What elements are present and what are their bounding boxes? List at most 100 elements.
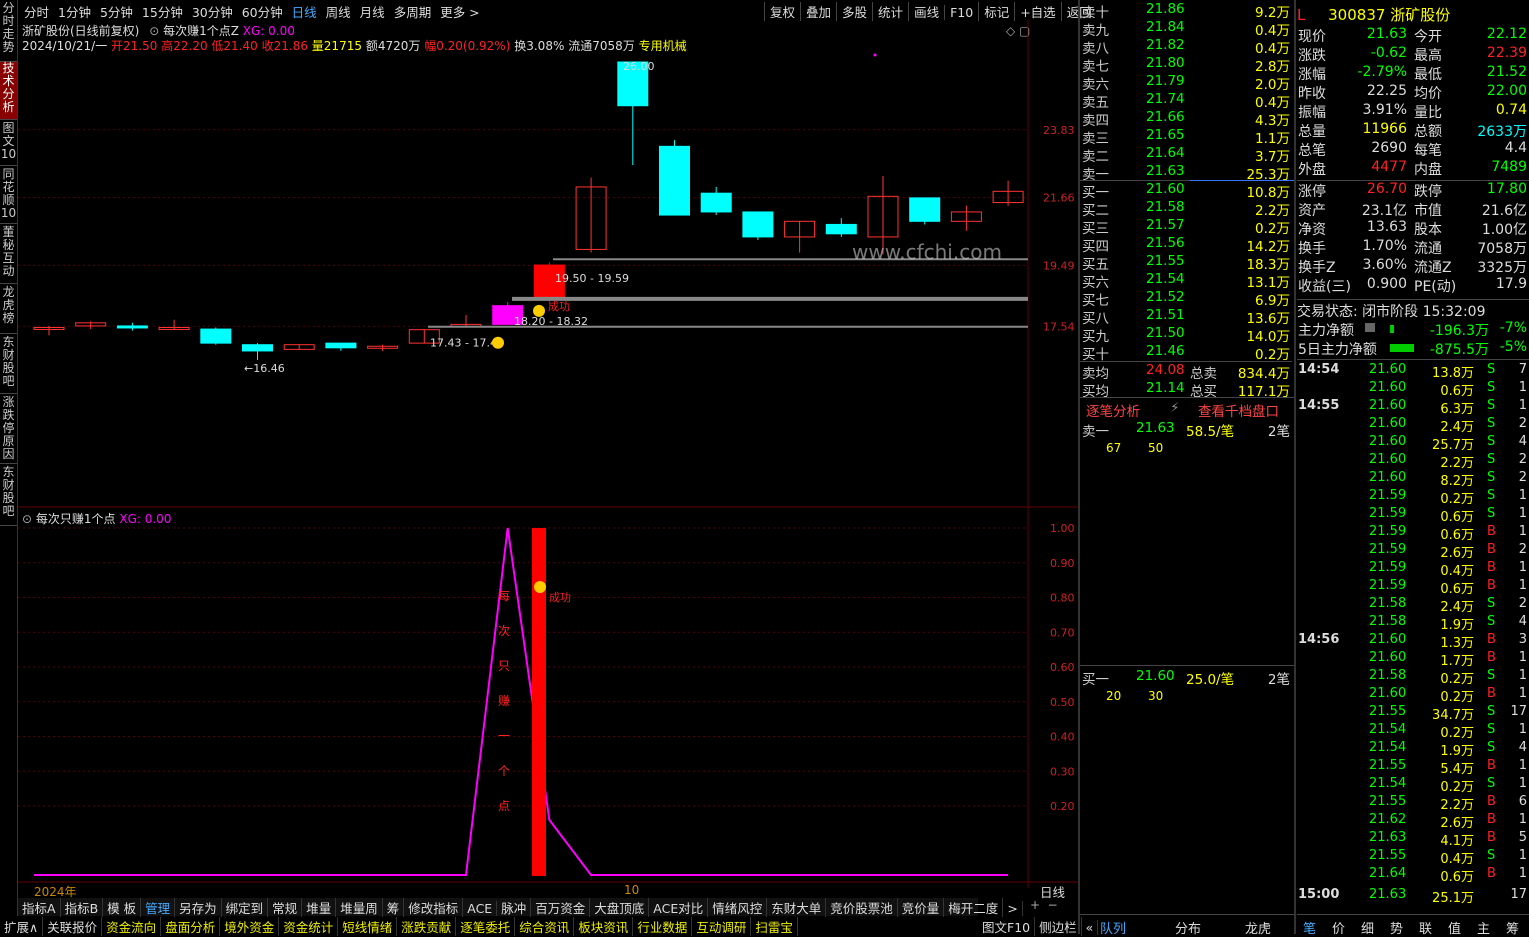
detail-tab[interactable]: 笔: [1303, 918, 1316, 937]
bid-row[interactable]: 买四 21.56 14.2万: [1080, 235, 1292, 255]
period-tab[interactable]: 多周期: [394, 2, 432, 21]
detail-tab[interactable]: 细: [1361, 918, 1374, 937]
indicator-tab[interactable]: 百万资金: [531, 898, 591, 917]
left-tab[interactable]: 同花顺10: [0, 168, 17, 224]
ask-row[interactable]: 卖七 21.80 2.8万: [1080, 55, 1292, 75]
tab-queue[interactable]: 队列: [1100, 918, 1126, 937]
detail-tab[interactable]: 联: [1419, 918, 1432, 937]
bottom-tab[interactable]: 涨跌贡献: [397, 917, 457, 936]
tool-button[interactable]: 复权: [764, 2, 800, 21]
bottom-tab[interactable]: 资金统计: [279, 917, 339, 936]
tool-button[interactable]: 多股: [836, 2, 872, 21]
bid-row[interactable]: 买三 21.57 0.2万: [1080, 217, 1292, 237]
tab-depth[interactable]: 查看千档盘口: [1198, 400, 1279, 420]
left-tab[interactable]: 分时走势: [0, 2, 17, 62]
bottom-tab[interactable]: 板块资讯: [574, 917, 634, 936]
indicator-tab[interactable]: 情绪风控: [708, 898, 768, 917]
indicator-tab[interactable]: 大盘顶底: [590, 898, 650, 917]
left-tab[interactable]: 龙虎榜: [0, 286, 17, 334]
left-tab[interactable]: 图文10: [0, 122, 17, 166]
bottom-tab[interactable]: 扩展∧: [0, 917, 44, 936]
bottom-tab[interactable]: 资金流向: [102, 917, 162, 936]
bid-row[interactable]: 买七 21.52 6.9万: [1080, 289, 1292, 309]
collapse-icon[interactable]: ⊙: [22, 512, 32, 526]
tool-button[interactable]: 统计: [872, 2, 908, 21]
indicator-tab[interactable]: 堆量周: [336, 898, 383, 917]
bottom-tab[interactable]: 扫雷宝: [751, 917, 798, 936]
indicator-tab[interactable]: 筹: [383, 898, 405, 917]
bottom-tab[interactable]: 盘面分析: [161, 917, 221, 936]
indicator-tab[interactable]: 堆量: [302, 898, 337, 917]
detail-tab[interactable]: 势: [1390, 918, 1403, 937]
tool-button[interactable]: 叠加: [800, 2, 836, 21]
period-tab-daily[interactable]: 日线: [292, 2, 317, 21]
bid-row[interactable]: 买一 21.60 10.8万: [1080, 181, 1292, 201]
bid-row[interactable]: 买九 21.50 14.0万: [1080, 325, 1292, 345]
detail-tab[interactable]: 价: [1332, 918, 1345, 937]
left-tab[interactable]: 董秘互动: [0, 226, 17, 284]
detail-tab[interactable]: 值: [1448, 918, 1461, 937]
indicator-tab[interactable]: 梅开二度: [944, 898, 1004, 917]
left-tab[interactable]: 东财股吧: [0, 336, 17, 394]
tool-button[interactable]: 标记: [978, 2, 1014, 21]
indicator-tab[interactable]: 指标B: [61, 898, 104, 917]
kline-chart[interactable]: 23.83 21.66 19.49 17.54 1.00 0.90 0.80 0.70 0.6…: [18, 20, 1078, 910]
indicator-tab[interactable]: 另存为: [175, 898, 222, 917]
sidebar-tab[interactable]: 侧边栏: [1035, 917, 1082, 936]
indicator-tab[interactable]: 绑定到: [222, 898, 269, 917]
tab-tick-analysis[interactable]: 逐笔分析: [1086, 400, 1140, 420]
tab-dragon[interactable]: 龙虎: [1245, 918, 1271, 937]
indicator-tab[interactable]: 竞价股票池: [826, 898, 898, 917]
period-tab[interactable]: 30分钟: [192, 2, 233, 21]
period-tab[interactable]: 1分钟: [58, 2, 91, 21]
left-tab[interactable]: 技术分析: [0, 62, 17, 120]
detail-tab[interactable]: 筹: [1506, 918, 1519, 937]
ask-row[interactable]: 卖五 21.74 0.4万: [1080, 91, 1292, 111]
indicator-tab[interactable]: 指标A: [18, 898, 61, 917]
tool-button[interactable]: 画线: [908, 2, 944, 21]
bottom-tab[interactable]: 互动调研: [692, 917, 752, 936]
period-tab[interactable]: 60分钟: [242, 2, 283, 21]
bottom-tab[interactable]: 境外资金: [220, 917, 280, 936]
bid-row[interactable]: 买五 21.55 18.3万: [1080, 253, 1292, 273]
period-tab[interactable]: 15分钟: [142, 2, 183, 21]
indicator-tab[interactable]: >: [1003, 901, 1023, 916]
bottom-tab[interactable]: 综合资讯: [515, 917, 575, 936]
tool-button[interactable]: F10: [944, 5, 978, 20]
zoom-controls[interactable]: + −: [1030, 898, 1058, 912]
indicator-tab[interactable]: 修改指标: [404, 898, 464, 917]
bottom-tab[interactable]: 短线情绪: [338, 917, 398, 936]
bid-row[interactable]: 买六 21.54 13.1万: [1080, 271, 1292, 291]
ask-row[interactable]: 卖二 21.64 3.7万: [1080, 145, 1292, 165]
ask-row[interactable]: 卖九 21.84 0.4万: [1080, 19, 1292, 39]
period-tab[interactable]: 月线: [360, 2, 385, 21]
bid-row[interactable]: 买二 21.58 2.2万: [1080, 199, 1292, 219]
indicator-tab[interactable]: 脉冲: [497, 898, 532, 917]
indicator-tab[interactable]: 常规: [268, 898, 303, 917]
f10-tab[interactable]: 图文F10: [978, 917, 1036, 936]
ask-row[interactable]: 卖八 21.82 0.4万: [1080, 37, 1292, 57]
indicator-tab[interactable]: 管理: [141, 898, 176, 917]
indicator-tab[interactable]: ACE对比: [649, 898, 709, 917]
tab-distribution[interactable]: 分布: [1175, 918, 1201, 937]
period-tab[interactable]: 分时: [24, 2, 49, 21]
indicator-tab[interactable]: ACE: [463, 901, 498, 916]
indicator-tab[interactable]: 东财大单: [767, 898, 827, 917]
indicator-tab[interactable]: 模 板: [103, 898, 142, 917]
tool-button[interactable]: +自选: [1014, 2, 1060, 21]
ask-row[interactable]: 卖一 21.63 25.3万: [1080, 163, 1292, 183]
ask-row[interactable]: 卖四 21.66 4.3万: [1080, 109, 1292, 129]
period-tab[interactable]: 5分钟: [100, 2, 133, 21]
bottom-tab[interactable]: 逐笔委托: [456, 917, 516, 936]
bottom-tab[interactable]: 关联报价: [43, 917, 103, 936]
detail-tab[interactable]: 主: [1477, 918, 1490, 937]
bid-row[interactable]: 买十 21.46 0.2万: [1080, 343, 1292, 363]
left-tab[interactable]: 涨跌停原因: [0, 396, 17, 464]
ask-row[interactable]: 卖三 21.65 1.1万: [1080, 127, 1292, 147]
bottom-tab[interactable]: 行业数据: [633, 917, 693, 936]
bid-row[interactable]: 买八 21.51 13.6万: [1080, 307, 1292, 327]
ask-row[interactable]: 卖十 21.86 9.2万: [1080, 1, 1292, 21]
ask-row[interactable]: 卖六 21.79 2.0万: [1080, 73, 1292, 93]
indicator-tab[interactable]: 竞价量: [898, 898, 945, 917]
left-tab[interactable]: 东财股吧: [0, 466, 17, 526]
